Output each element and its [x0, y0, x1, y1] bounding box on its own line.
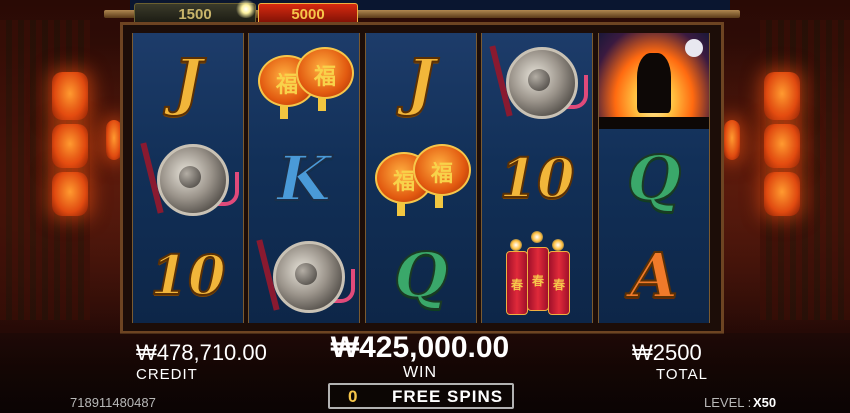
firecracker-glyph: 春 — [531, 274, 544, 288]
reel-1: J 10 — [132, 33, 244, 323]
gong-symbol — [256, 235, 355, 315]
symbol-number-10: 10 — [482, 130, 592, 226]
lantern-symbol: 福福 — [256, 41, 354, 121]
meter-right-value: 5000 — [291, 6, 325, 23]
meter-spark-icon — [235, 0, 257, 18]
hanging-lantern-left-2 — [52, 124, 88, 168]
symbol-letter-Q: Q — [366, 227, 476, 323]
symbol-text: Q — [393, 238, 449, 313]
symbol-text: K — [276, 141, 332, 216]
wild-fire-icon — [599, 33, 709, 129]
gong-symbol — [489, 41, 588, 121]
reel-3: J 福福 Q — [365, 33, 477, 323]
symbol-text: 10 — [498, 145, 575, 211]
firecrackers-icon: 春春春 — [482, 227, 592, 323]
hanging-lantern-right-3 — [764, 172, 800, 216]
credit-label: CREDIT — [136, 366, 198, 383]
building-left — [0, 20, 90, 320]
slot-game-screen: 1500 5000 J 10 福福 K J 福福 Q 10 春春春 Q A ₩478,710.00 … — [0, 0, 850, 413]
hanging-lantern-left-3 — [52, 172, 88, 216]
symbol-text: Q — [626, 141, 682, 216]
total-bet-label: TOTAL — [656, 366, 708, 383]
total-bet-amount[interactable]: ₩2500 — [632, 340, 702, 366]
free-spins-label: FREE SPINS — [392, 387, 504, 406]
firecracker-glyph: 春 — [552, 278, 565, 292]
lantern-glyph: 福 — [313, 64, 336, 89]
gong-icon — [482, 33, 592, 129]
reel-2: 福福 K — [248, 33, 360, 323]
win-amount: ₩425,000.00 — [330, 331, 510, 364]
gong-icon — [133, 130, 243, 226]
hanging-lantern-right-1 — [764, 72, 800, 120]
credit-amount: ₩478,710.00 — [136, 340, 267, 365]
symbol-letter-K: K — [249, 130, 359, 226]
firecracker-glyph: 春 — [510, 278, 523, 292]
symbol-text: J — [172, 44, 203, 119]
gong-symbol — [140, 138, 239, 218]
gong-icon — [249, 227, 359, 323]
symbol-text: A — [629, 238, 679, 313]
reel-5: QA — [598, 33, 710, 323]
hanging-lantern-left-1 — [52, 72, 88, 120]
symbol-letter-J: J — [366, 33, 476, 129]
lantern-pair-icon: 福福 — [249, 33, 359, 129]
symbol-letter-A: A — [599, 227, 709, 323]
symbol-number-10: 10 — [133, 227, 243, 323]
wild-symbol — [599, 33, 709, 129]
lantern-glyph: 福 — [430, 161, 453, 186]
free-spins-count: 0 — [348, 387, 358, 406]
lantern-symbol: 福福 — [373, 138, 471, 218]
win-label: WIN — [402, 364, 438, 381]
free-spins-counter: 0 FREE SPINS — [328, 383, 514, 409]
level-label: LEVEL : — [704, 395, 752, 410]
session-id: 718911480487 — [70, 395, 156, 410]
hanging-lantern-right-4 — [724, 120, 740, 160]
building-right — [760, 20, 850, 320]
symbol-letter-Q: Q — [599, 130, 709, 226]
level-value: X50 — [753, 395, 777, 410]
symbol-text: 10 — [149, 242, 226, 308]
symbol-letter-J: J — [133, 33, 243, 129]
firecracker-symbol: 春春春 — [502, 231, 572, 315]
lantern-pair-icon: 福福 — [366, 130, 476, 226]
hanging-lantern-right-2 — [764, 124, 800, 168]
symbol-text: J — [405, 44, 436, 119]
reel-4: 10 春春春 — [481, 33, 593, 323]
